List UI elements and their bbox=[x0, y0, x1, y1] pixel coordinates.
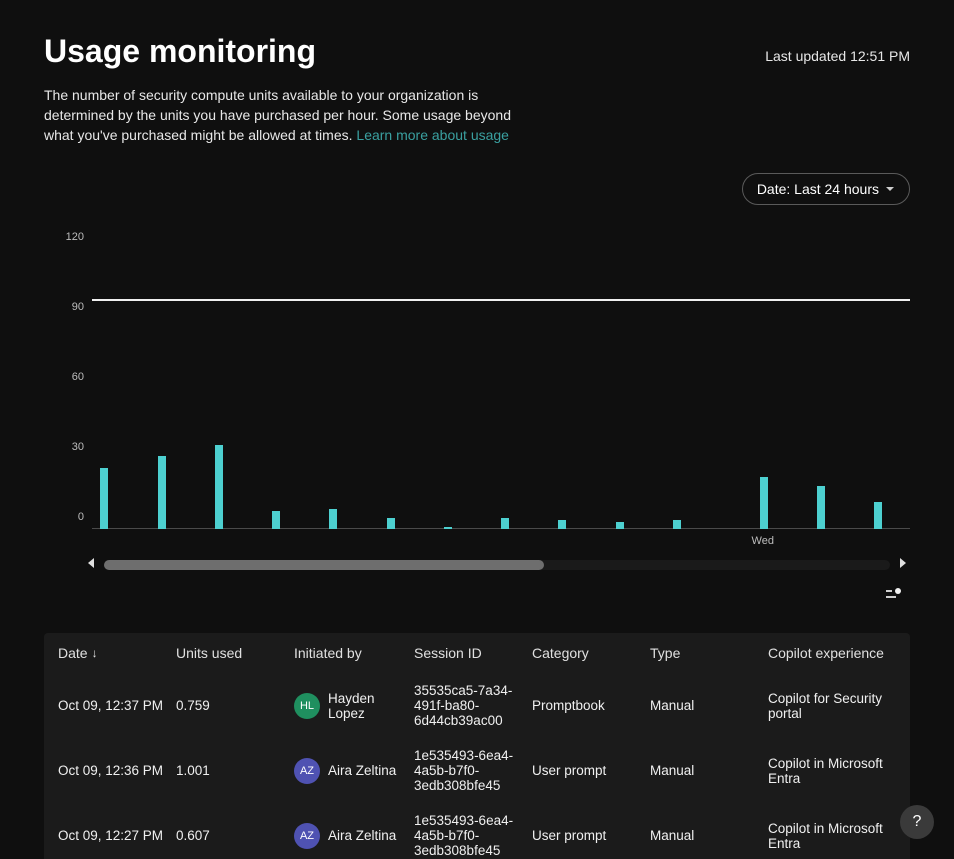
table-cell: Oct 09, 12:36 PM bbox=[58, 763, 176, 778]
chart-bar[interactable] bbox=[329, 509, 337, 530]
chart-scrollbar-thumb[interactable] bbox=[104, 560, 544, 570]
chart-bar[interactable] bbox=[387, 518, 395, 529]
table-row[interactable]: Oct 09, 12:27 PM0.607AZ Aira Zeltina 1e535… bbox=[44, 803, 910, 859]
help-icon: ? bbox=[913, 813, 922, 831]
table-cell: AZ Aira Zeltina bbox=[294, 758, 414, 784]
table-cell: User prompt bbox=[532, 763, 650, 778]
table-cell: 35535ca5-7a34-491f-ba80-6d44cb39ac00 bbox=[414, 683, 532, 728]
column-header[interactable]: Session ID bbox=[414, 645, 532, 661]
date-filter-button[interactable]: Date: Last 24 hours bbox=[742, 173, 910, 205]
initiator-name: Hayden Lopez bbox=[328, 691, 414, 721]
y-tick: 60 bbox=[72, 371, 84, 383]
chart-bar[interactable] bbox=[158, 456, 166, 529]
table-cell: 1.001 bbox=[176, 763, 294, 778]
table-header-row: Date↓Units usedInitiated bySession IDCat… bbox=[44, 633, 910, 673]
y-tick: 120 bbox=[66, 231, 84, 243]
chart-bar[interactable] bbox=[760, 477, 768, 530]
legend-toggle-icon bbox=[886, 588, 902, 600]
legend-toggle-button[interactable] bbox=[884, 586, 904, 605]
chart-bar[interactable] bbox=[874, 502, 882, 529]
date-filter-label: Date: Last 24 hours bbox=[757, 181, 879, 197]
chart-bar[interactable] bbox=[558, 520, 566, 529]
initiator-name: Aira Zeltina bbox=[328, 763, 396, 778]
table-cell: Oct 09, 12:27 PM bbox=[58, 828, 176, 843]
table-cell: Manual bbox=[650, 698, 768, 713]
chart-bar[interactable] bbox=[100, 468, 108, 530]
y-tick: 30 bbox=[72, 441, 84, 453]
y-tick: 90 bbox=[72, 301, 84, 313]
column-header[interactable]: Units used bbox=[176, 645, 294, 661]
sort-down-icon: ↓ bbox=[92, 646, 98, 660]
y-axis: 0306090120 bbox=[44, 249, 92, 529]
table-cell: 1e535493-6ea4-4a5b-b7f0-3edb308bfe45 bbox=[414, 813, 532, 858]
table-row[interactable]: Oct 09, 12:36 PM1.001AZ Aira Zeltina 1e535… bbox=[44, 738, 910, 803]
chart-bar[interactable] bbox=[673, 520, 681, 529]
chart-plot: Wed bbox=[92, 255, 910, 529]
chart-scroll-right[interactable] bbox=[896, 555, 910, 574]
usage-chart: 0306090120 Wed bbox=[44, 249, 910, 549]
table-cell: Manual bbox=[650, 763, 768, 778]
initiator-name: Aira Zeltina bbox=[328, 828, 396, 843]
table-cell: 0.607 bbox=[176, 828, 294, 843]
threshold-line bbox=[92, 299, 910, 301]
table-cell: HL Hayden Lopez bbox=[294, 691, 414, 721]
table-cell: Copilot in Microsoft Entra bbox=[768, 756, 888, 786]
learn-more-link[interactable]: Learn more about usage bbox=[356, 127, 509, 143]
chart-bar[interactable] bbox=[272, 511, 280, 529]
table-row[interactable]: Oct 09, 12:37 PM0.759HL Hayden Lopez35535… bbox=[44, 673, 910, 738]
table-cell: 0.759 bbox=[176, 698, 294, 713]
table-cell: Copilot for Security portal bbox=[768, 691, 888, 721]
column-header[interactable]: Copilot experience bbox=[768, 645, 888, 661]
avatar: HL bbox=[294, 693, 320, 719]
last-updated: Last updated 12:51 PM bbox=[765, 48, 910, 64]
chart-scrollbar-track[interactable] bbox=[104, 560, 890, 570]
table-cell: AZ Aira Zeltina bbox=[294, 823, 414, 849]
column-header[interactable]: Type bbox=[650, 645, 768, 661]
usage-table: Date↓Units usedInitiated bySession IDCat… bbox=[44, 633, 910, 859]
x-axis-label: Wed bbox=[752, 535, 774, 547]
chart-bar[interactable] bbox=[616, 522, 624, 529]
help-button[interactable]: ? bbox=[900, 805, 934, 839]
chevron-down-icon bbox=[885, 184, 895, 194]
chart-bar[interactable] bbox=[501, 518, 509, 529]
chart-bar[interactable] bbox=[817, 486, 825, 529]
chart-bar[interactable] bbox=[444, 527, 452, 529]
y-tick: 0 bbox=[78, 511, 84, 523]
table-cell: User prompt bbox=[532, 828, 650, 843]
column-header[interactable]: Date↓ bbox=[58, 645, 176, 661]
table-cell: Oct 09, 12:37 PM bbox=[58, 698, 176, 713]
avatar: AZ bbox=[294, 823, 320, 849]
column-header[interactable]: Initiated by bbox=[294, 645, 414, 661]
triangle-left-icon bbox=[86, 557, 96, 569]
table-cell: Manual bbox=[650, 828, 768, 843]
page-title: Usage monitoring bbox=[44, 32, 316, 70]
chart-bar[interactable] bbox=[215, 445, 223, 529]
table-cell: 1e535493-6ea4-4a5b-b7f0-3edb308bfe45 bbox=[414, 748, 532, 793]
chart-scroll-left[interactable] bbox=[84, 555, 98, 574]
page-description: The number of security compute units ava… bbox=[44, 86, 514, 145]
table-cell: Copilot in Microsoft Entra bbox=[768, 821, 888, 851]
table-cell: Promptbook bbox=[532, 698, 650, 713]
avatar: AZ bbox=[294, 758, 320, 784]
triangle-right-icon bbox=[898, 557, 908, 569]
column-header[interactable]: Category bbox=[532, 645, 650, 661]
